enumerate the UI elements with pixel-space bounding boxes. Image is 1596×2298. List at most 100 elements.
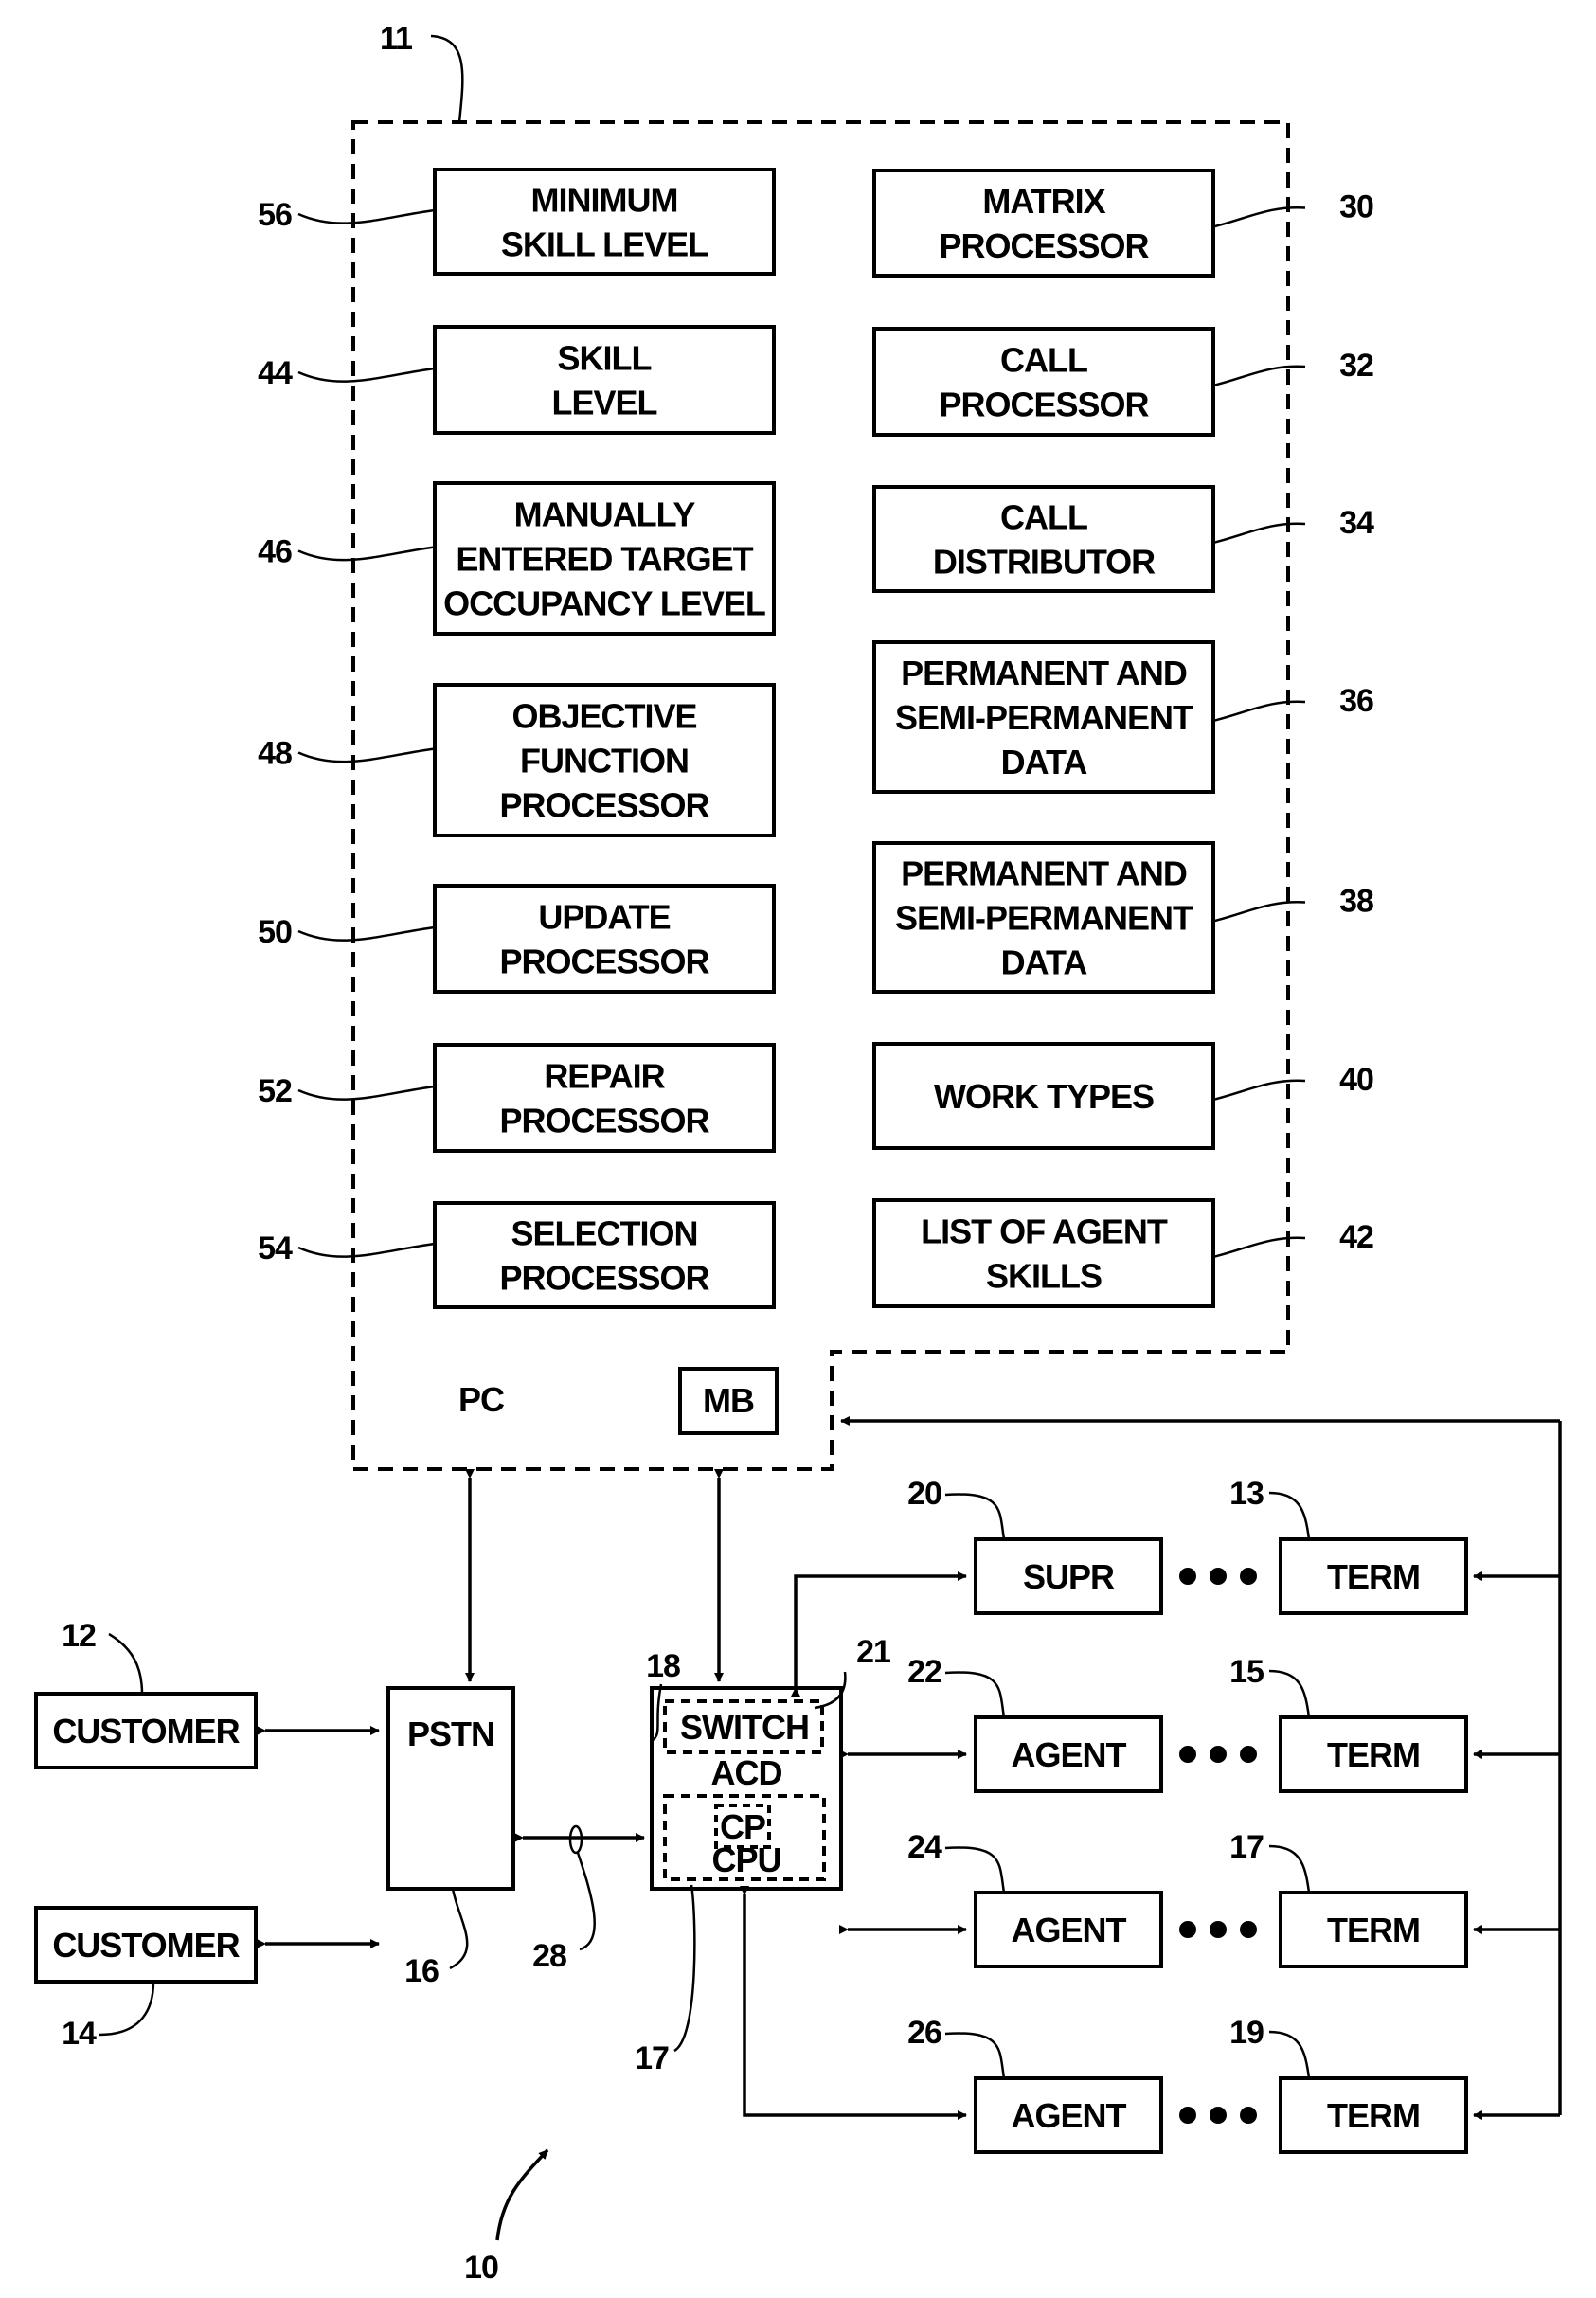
- ellipsis-dot: [1179, 1921, 1196, 1938]
- component-label-line: FUNCTION: [520, 742, 689, 781]
- ref-21: 21: [856, 1634, 890, 1670]
- component-label-line: OCCUPANCY LEVEL: [443, 584, 765, 623]
- component-label-line: PROCESSOR: [499, 1102, 709, 1140]
- leader-46: [297, 546, 436, 562]
- ref-12: 12: [62, 1618, 96, 1654]
- ref-36: 36: [1339, 683, 1373, 719]
- component-label-line: UPDATE: [538, 898, 670, 937]
- component-label-line: SEMI-PERMANENT: [895, 899, 1193, 938]
- component-label-line: DATA: [1001, 943, 1088, 982]
- ellipsis-dot: [1179, 2107, 1196, 2124]
- ref-38: 38: [1339, 884, 1373, 920]
- component-label-line: OBJECTIVE: [511, 697, 696, 736]
- ref-24: 24: [907, 1829, 942, 1865]
- component-48: OBJECTIVE FUNCTION PROCESSOR 48: [258, 683, 776, 837]
- component-46: MANUALLY ENTERED TARGET OCCUPANCY LEVEL 46: [258, 481, 776, 636]
- system-arrow: [495, 2148, 549, 2241]
- station-label: AGENT: [1012, 2096, 1127, 2135]
- ref-42: 42: [1339, 1219, 1373, 1255]
- component-label-line: SKILL: [558, 339, 652, 378]
- component-label-line: SKILLS: [986, 1257, 1102, 1296]
- component-label-line: PERMANENT AND: [901, 654, 1187, 692]
- ref-52: 52: [258, 1073, 292, 1109]
- leader-term-17: [1268, 1844, 1311, 1894]
- station-label: AGENT: [1012, 1911, 1127, 1949]
- ellipsis-dot: [1240, 1921, 1257, 1938]
- ref-54: 54: [258, 1230, 293, 1266]
- ref-18: 18: [646, 1648, 680, 1684]
- ref-term-19: 19: [1229, 2015, 1264, 2051]
- terminal-label: TERM: [1327, 1735, 1420, 1774]
- component-44: SKILL LEVEL 44: [258, 325, 776, 435]
- ref-46: 46: [258, 534, 292, 570]
- leader-term-15: [1268, 1669, 1311, 1718]
- ref-48: 48: [258, 736, 292, 772]
- component-label-line: SKILL LEVEL: [501, 225, 708, 264]
- component-32: CALL PROCESSOR 32: [872, 327, 1374, 437]
- ellipsis-dot: [1210, 2107, 1227, 2124]
- ref-term-17: 17: [1229, 1829, 1264, 1865]
- ref-term-15: 15: [1229, 1654, 1264, 1690]
- leader-56: [297, 208, 436, 224]
- leader-52: [297, 1085, 436, 1101]
- patent-figure: 11 PC MB MINIMUM SKILL LEVEL 56 SKILL LEVEL 4…: [0, 0, 1596, 2298]
- component-36: PERMANENT AND SEMI-PERMANENT DATA 36: [872, 640, 1374, 794]
- leader-term-19: [1268, 2030, 1311, 2079]
- leader-term-13: [1268, 1491, 1311, 1540]
- component-label-line: DATA: [1001, 743, 1088, 781]
- ref-16: 16: [404, 1953, 439, 1989]
- leader-32: [1212, 365, 1306, 387]
- leader-22: [944, 1671, 1006, 1718]
- ref-26: 26: [907, 2015, 941, 2051]
- component-label-line: LEVEL: [551, 384, 656, 422]
- ellipsis-dot: [1179, 1568, 1196, 1585]
- terminal-label: TERM: [1327, 1557, 1420, 1596]
- component-label-line: SEMI-PERMANENT: [895, 698, 1193, 737]
- component-label-line: PROCESSOR: [939, 226, 1149, 265]
- pstn-label: PSTN: [407, 1715, 494, 1753]
- ref-28: 28: [532, 1938, 566, 1974]
- ellipsis-dot: [1240, 2107, 1257, 2124]
- leader-28: [576, 1852, 596, 1951]
- component-label-line: CALL: [1000, 498, 1087, 537]
- leader-16: [449, 1888, 469, 1970]
- ref-50: 50: [258, 914, 292, 950]
- ref-34: 34: [1339, 505, 1374, 541]
- cpu-label: CPU: [711, 1840, 780, 1879]
- station-label: AGENT: [1012, 1735, 1127, 1774]
- leader-50: [297, 925, 436, 942]
- ref-22: 22: [907, 1654, 941, 1690]
- leader-48: [297, 747, 436, 763]
- leader-54: [297, 1242, 436, 1258]
- trunk-group-symbol: [568, 1824, 583, 1855]
- component-label-line: ENTERED TARGET: [456, 540, 753, 579]
- component-50: UPDATE PROCESSOR 50: [258, 884, 776, 994]
- component-label-line: PERMANENT AND: [901, 854, 1187, 893]
- component-label-line: REPAIR: [544, 1057, 665, 1096]
- ref-14: 14: [62, 2016, 97, 2052]
- leader-20: [944, 1493, 1006, 1540]
- component-56: MINIMUM SKILL LEVEL 56: [258, 168, 776, 276]
- station-label: SUPR: [1023, 1557, 1115, 1596]
- component-34: CALL DISTRIBUTOR 34: [872, 485, 1375, 593]
- ellipsis-dot: [1210, 1568, 1227, 1585]
- component-label-line: LIST OF AGENT: [921, 1212, 1168, 1251]
- component-label-line: MANUALLY: [514, 495, 696, 534]
- component-label-line: PROCESSOR: [939, 386, 1149, 424]
- component-40: WORK TYPES 40: [872, 1042, 1374, 1150]
- leader-34: [1212, 522, 1306, 545]
- component-30: MATRIX PROCESSOR 30: [872, 169, 1374, 278]
- ellipsis-dot: [1210, 1921, 1227, 1938]
- leader-42: [1212, 1236, 1306, 1259]
- component-label-line: MATRIX: [982, 182, 1105, 221]
- customer-label-12: CUSTOMER: [52, 1712, 240, 1750]
- ref-20: 20: [907, 1476, 941, 1512]
- leader-11: [430, 34, 464, 123]
- component-label-line: PROCESSOR: [499, 786, 709, 825]
- acd-agent26-link: [740, 1886, 967, 2120]
- leader-12: [108, 1632, 144, 1695]
- ref-40: 40: [1339, 1062, 1373, 1098]
- station-row-24: AGENT TERM 24 17: [907, 1829, 1560, 1968]
- ref-11: 11: [380, 21, 412, 57]
- component-52: REPAIR PROCESSOR 52: [258, 1043, 776, 1153]
